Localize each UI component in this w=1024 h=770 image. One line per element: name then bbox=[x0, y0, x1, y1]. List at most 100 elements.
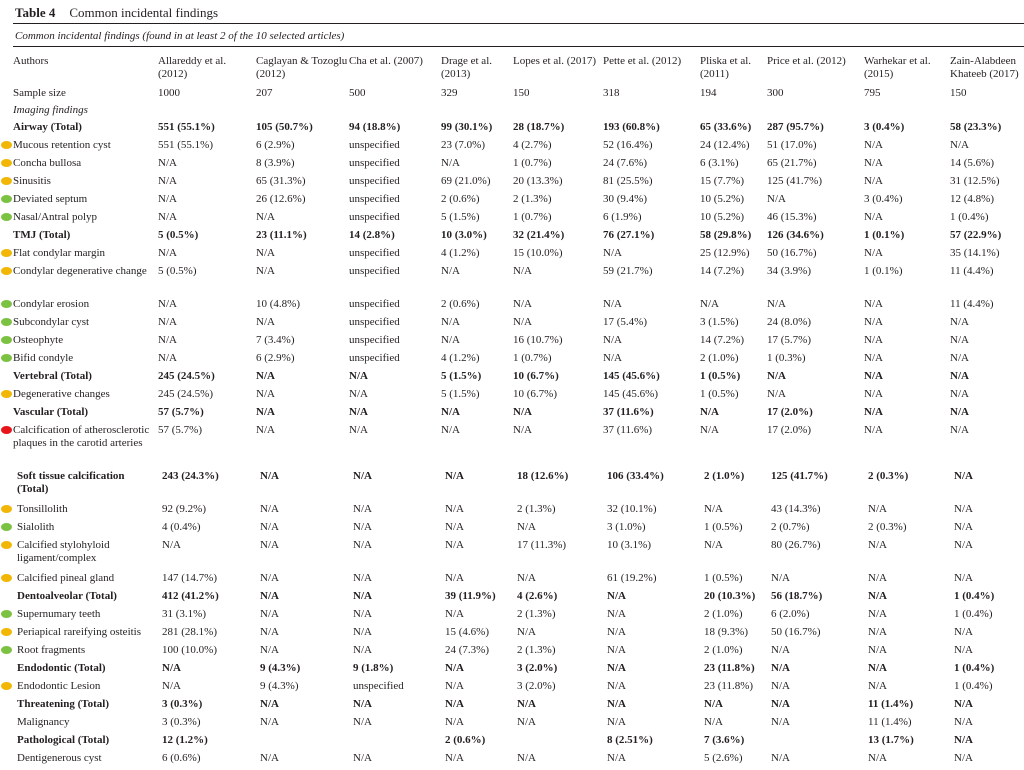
value-cell: 10 (3.0%) bbox=[441, 229, 487, 241]
value-cell: N/A bbox=[864, 424, 883, 436]
value-cell: 4 (2.7%) bbox=[513, 139, 552, 151]
sample-cell: 194 bbox=[700, 87, 717, 99]
value-cell: N/A bbox=[607, 626, 626, 638]
value-cell: N/A bbox=[868, 662, 887, 674]
value-cell: unspecified bbox=[349, 352, 400, 364]
value-cell: 12 (1.2%) bbox=[162, 734, 208, 746]
table-caption: Common incidental findings bbox=[69, 5, 219, 20]
value-cell: N/A bbox=[158, 175, 177, 187]
finding-label: Osteophyte bbox=[13, 334, 64, 346]
value-cell: N/A bbox=[868, 680, 887, 692]
finding-label: Degenerative changes bbox=[13, 388, 110, 400]
value-cell: N/A bbox=[260, 698, 279, 710]
value-cell: 2 (1.3%) bbox=[517, 644, 556, 656]
value-cell: 13 (1.7%) bbox=[868, 734, 914, 746]
value-cell: N/A bbox=[260, 590, 279, 602]
value-cell: 3 (1.5%) bbox=[700, 316, 739, 328]
value-cell bbox=[513, 734, 603, 752]
value-cell: 9 (4.3%) bbox=[260, 662, 301, 674]
value-cell: N/A bbox=[349, 424, 368, 436]
value-cell: N/A bbox=[260, 521, 279, 533]
value-cell: N/A bbox=[954, 572, 973, 584]
value-cell: N/A bbox=[517, 752, 536, 764]
value-cell: N/A bbox=[513, 265, 532, 277]
value-cell: unspecified bbox=[349, 157, 400, 169]
value-cell: N/A bbox=[445, 539, 464, 551]
value-cell: 65 (33.6%) bbox=[700, 121, 752, 133]
value-cell: N/A bbox=[441, 316, 460, 328]
top-rule bbox=[13, 23, 1024, 24]
finding-row: Osteophyte N/A 7 (3.4%) unspecified N/A 16 (1… bbox=[13, 334, 1024, 352]
value-cell: N/A bbox=[771, 644, 790, 656]
value-cell: N/A bbox=[864, 139, 883, 151]
value-cell: 20 (13.3%) bbox=[513, 175, 563, 187]
value-cell: 24 (7.6%) bbox=[603, 157, 647, 169]
severity-dot-icon bbox=[1, 541, 12, 549]
value-cell: 2 (0.3%) bbox=[868, 470, 909, 482]
value-cell: 5 (1.5%) bbox=[441, 388, 480, 400]
value-cell: 10 (6.7%) bbox=[513, 388, 557, 400]
value-cell: 17 (5.4%) bbox=[603, 316, 647, 328]
value-cell: N/A bbox=[700, 298, 719, 310]
value-cell: N/A bbox=[950, 139, 969, 151]
value-cell: N/A bbox=[767, 298, 786, 310]
total-row: Vascular (Total) 57 (5.7%) N/A N/A N/A N/A 37 … bbox=[13, 406, 1024, 424]
value-cell: N/A bbox=[950, 406, 969, 418]
value-cell: 6 (2.0%) bbox=[771, 608, 810, 620]
value-cell: 80 (26.7%) bbox=[771, 539, 821, 551]
value-cell: 1 (0.4%) bbox=[954, 590, 995, 602]
finding-row: Sialolith 4 (0.4%) N/A N/A N/A N/A 3 (1.0%) 1 (… bbox=[13, 521, 1024, 539]
value-cell: 69 (21.0%) bbox=[441, 175, 491, 187]
value-cell: 2 (0.6%) bbox=[445, 734, 486, 746]
value-cell: N/A bbox=[353, 644, 372, 656]
total-row: Dentoalveolar (Total) 412 (41.2%) N/A N/A 39… bbox=[13, 590, 1024, 608]
value-cell: 7 (3.6%) bbox=[704, 734, 745, 746]
header-cell: Allareddy et al. (2012) bbox=[158, 55, 227, 80]
value-cell: 1 (0.4%) bbox=[954, 680, 993, 692]
value-cell: N/A bbox=[864, 352, 883, 364]
value-cell: N/A bbox=[607, 608, 626, 620]
value-cell: 76 (27.1%) bbox=[603, 229, 655, 241]
value-cell: N/A bbox=[950, 334, 969, 346]
finding-label: Sinusitis bbox=[13, 175, 51, 187]
value-cell: 2 (1.0%) bbox=[704, 470, 745, 482]
header-cell: Lopes et al. (2017) bbox=[513, 55, 597, 67]
finding-label: Root fragments bbox=[17, 644, 86, 656]
finding-row: Root fragments 100 (10.0%) N/A N/A 24 (7.3%)… bbox=[13, 644, 1024, 662]
value-cell: N/A bbox=[260, 716, 279, 728]
value-cell: 6 (3.1%) bbox=[700, 157, 739, 169]
value-cell: 2 (1.0%) bbox=[704, 644, 743, 656]
finding-row: Subcondylar cyst N/A N/A unspecified N/A N/A 1… bbox=[13, 316, 1024, 334]
value-cell: N/A bbox=[260, 539, 279, 551]
header-cell: Price et al. (2012) bbox=[767, 55, 846, 67]
value-cell: 11 (4.4%) bbox=[950, 298, 994, 310]
value-cell: N/A bbox=[441, 406, 460, 418]
value-cell: 125 (41.7%) bbox=[767, 175, 822, 187]
finding-row: Endodontic Lesion N/A 9 (4.3%) unspecified N… bbox=[13, 680, 1024, 698]
finding-label: Endodontic Lesion bbox=[17, 680, 101, 692]
value-cell: 2 (1.3%) bbox=[517, 608, 556, 620]
value-cell: N/A bbox=[353, 590, 372, 602]
value-cell: 10 (4.8%) bbox=[256, 298, 300, 310]
finding-label: Subcondylar cyst bbox=[13, 316, 90, 328]
severity-dot-icon bbox=[1, 213, 12, 221]
value-cell: 5 (1.5%) bbox=[441, 370, 482, 382]
finding-row: Flat condylar margin N/A N/A unspecified 4 (… bbox=[13, 247, 1024, 265]
value-cell: N/A bbox=[864, 388, 883, 400]
value-cell: 3 (0.3%) bbox=[162, 698, 203, 710]
value-cell: N/A bbox=[256, 316, 275, 328]
value-cell: 6 (1.9%) bbox=[603, 211, 642, 223]
finding-label: Periapical rareifying osteitis bbox=[17, 626, 142, 638]
value-cell: 145 (45.6%) bbox=[603, 370, 660, 382]
value-cell: N/A bbox=[954, 716, 973, 728]
finding-label: Soft tissue calcification (Total) bbox=[17, 470, 125, 495]
value-cell: 11 (1.4%) bbox=[868, 698, 914, 710]
value-cell: 193 (60.8%) bbox=[603, 121, 660, 133]
value-cell: 3 (2.0%) bbox=[517, 662, 558, 674]
value-cell: N/A bbox=[607, 680, 626, 692]
value-cell: 31 (3.1%) bbox=[162, 608, 206, 620]
value-cell: 5 (2.6%) bbox=[704, 752, 743, 764]
value-cell: N/A bbox=[256, 247, 275, 259]
value-cell: 412 (41.2%) bbox=[162, 590, 219, 602]
value-cell: 126 (34.6%) bbox=[767, 229, 824, 241]
